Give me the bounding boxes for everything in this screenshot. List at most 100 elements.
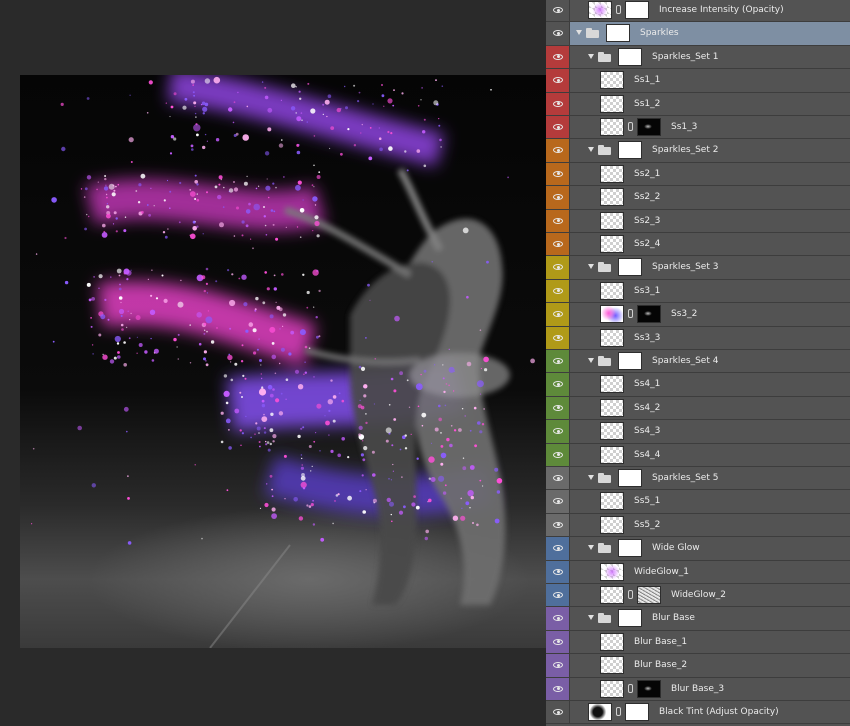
- layer-row[interactable]: Ss4_3: [546, 420, 850, 444]
- eye-icon[interactable]: [553, 545, 563, 552]
- layer-row[interactable]: Black Tint (Adjust Opacity): [546, 701, 850, 725]
- layer-visibility-toggle[interactable]: [546, 303, 570, 326]
- chain-link-icon[interactable]: [628, 122, 633, 131]
- eye-icon[interactable]: [553, 475, 563, 481]
- eye-icon[interactable]: [553, 241, 563, 247]
- layer-row[interactable]: Increase Intensity (Opacity): [546, 0, 850, 23]
- layer-mask-thumbnail[interactable]: [618, 352, 642, 370]
- eye-icon[interactable]: [553, 498, 563, 505]
- layer-visibility-toggle[interactable]: [546, 22, 570, 45]
- eye-icon[interactable]: [553, 100, 563, 107]
- layer-row[interactable]: Sparkles: [546, 22, 850, 46]
- layer-mask-thumbnail[interactable]: [618, 609, 642, 628]
- chevron-down-icon[interactable]: [588, 53, 594, 59]
- layer-row[interactable]: Sparkles_Set 3: [546, 256, 850, 280]
- layer-visibility-toggle[interactable]: [546, 233, 570, 256]
- chain-link-icon[interactable]: [628, 590, 633, 599]
- layer-visibility-toggle[interactable]: [546, 350, 570, 373]
- layer-row[interactable]: WideGlow_2: [546, 584, 850, 608]
- layer-row[interactable]: Ss2_3: [546, 209, 850, 233]
- eye-icon[interactable]: [553, 264, 563, 271]
- layer-mask-thumbnail[interactable]: [618, 141, 642, 160]
- eye-icon[interactable]: [553, 194, 563, 201]
- layer-row[interactable]: Blur Base_3: [546, 677, 850, 701]
- chevron-down-icon[interactable]: [588, 615, 594, 621]
- layer-row[interactable]: Ss4_1: [546, 373, 850, 397]
- eye-icon[interactable]: [553, 685, 563, 692]
- chevron-down-icon[interactable]: [588, 545, 594, 551]
- eye-icon[interactable]: [553, 404, 563, 411]
- layer-visibility-toggle[interactable]: [546, 45, 570, 69]
- layer-row[interactable]: Sparkles_Set 4: [546, 350, 850, 374]
- layer-mask-thumbnail[interactable]: [637, 586, 661, 604]
- layer-row[interactable]: Ss3_3: [546, 326, 850, 350]
- layer-row[interactable]: Ss2_1: [546, 162, 850, 187]
- layer-visibility-toggle[interactable]: [546, 630, 570, 654]
- layer-visibility-toggle[interactable]: [546, 443, 570, 466]
- eye-icon[interactable]: [553, 428, 563, 435]
- layer-visibility-toggle[interactable]: [546, 420, 570, 443]
- eye-icon[interactable]: [553, 311, 563, 318]
- layer-visibility-toggle[interactable]: [546, 537, 570, 560]
- eye-icon[interactable]: [553, 638, 563, 645]
- layers-panel[interactable]: Increase Intensity (Opacity) Sparkles Spar…: [546, 0, 850, 726]
- layer-row[interactable]: Ss3_2: [546, 303, 850, 327]
- layer-row[interactable]: Ss5_2: [546, 513, 850, 538]
- layer-visibility-toggle[interactable]: [546, 654, 570, 677]
- layer-visibility-toggle[interactable]: [546, 139, 570, 162]
- layer-row[interactable]: WideGlow_1: [546, 560, 850, 584]
- eye-icon[interactable]: [553, 521, 563, 528]
- layer-visibility-toggle[interactable]: [546, 116, 570, 139]
- eye-icon[interactable]: [553, 77, 563, 84]
- eye-icon[interactable]: [553, 53, 563, 60]
- layer-row[interactable]: Ss2_2: [546, 186, 850, 210]
- layer-row[interactable]: Sparkles_Set 2: [546, 139, 850, 163]
- layer-visibility-toggle[interactable]: [546, 279, 570, 303]
- eye-icon[interactable]: [553, 147, 563, 154]
- layer-row[interactable]: Blur Base: [546, 607, 850, 631]
- layer-mask-thumbnail[interactable]: [618, 539, 642, 558]
- layer-visibility-toggle[interactable]: [546, 560, 570, 583]
- layer-mask-thumbnail[interactable]: [618, 258, 642, 277]
- layer-row[interactable]: Wide Glow: [546, 537, 850, 561]
- layer-visibility-toggle[interactable]: [546, 186, 570, 209]
- chain-link-icon[interactable]: [616, 5, 621, 14]
- layer-visibility-toggle[interactable]: [546, 162, 570, 186]
- chain-link-icon[interactable]: [628, 683, 633, 693]
- chevron-down-icon[interactable]: [588, 358, 594, 363]
- layer-visibility-toggle[interactable]: [546, 256, 570, 279]
- chain-link-icon[interactable]: [628, 309, 633, 319]
- eye-icon[interactable]: [553, 287, 563, 294]
- chevron-down-icon[interactable]: [576, 30, 582, 36]
- layer-row[interactable]: Ss1_3: [546, 116, 850, 140]
- layer-visibility-toggle[interactable]: [546, 701, 570, 724]
- layer-mask-thumbnail[interactable]: [637, 305, 661, 324]
- layer-row[interactable]: Ss2_4: [546, 233, 850, 257]
- eye-icon[interactable]: [553, 170, 563, 177]
- layer-visibility-toggle[interactable]: [546, 396, 570, 420]
- layer-visibility-toggle[interactable]: [546, 69, 570, 92]
- layer-visibility-toggle[interactable]: [546, 513, 570, 537]
- layer-visibility-toggle[interactable]: [546, 584, 570, 607]
- eye-icon[interactable]: [553, 709, 563, 715]
- layer-mask-thumbnail[interactable]: [625, 703, 649, 721]
- eye-icon[interactable]: [553, 217, 563, 224]
- layer-visibility-toggle[interactable]: [546, 677, 570, 700]
- eye-icon[interactable]: [553, 615, 563, 622]
- eye-icon[interactable]: [553, 30, 563, 37]
- chevron-down-icon[interactable]: [588, 475, 594, 480]
- layer-mask-thumbnail[interactable]: [637, 118, 661, 136]
- eye-icon[interactable]: [553, 568, 563, 575]
- layer-row[interactable]: Blur Base_1: [546, 630, 850, 655]
- layer-row[interactable]: Ss1_2: [546, 92, 850, 116]
- layer-mask-thumbnail[interactable]: [618, 47, 642, 66]
- layer-visibility-toggle[interactable]: [546, 373, 570, 396]
- layer-mask-thumbnail[interactable]: [606, 24, 630, 43]
- eye-icon[interactable]: [553, 334, 563, 341]
- chain-link-icon[interactable]: [616, 707, 621, 716]
- layer-row[interactable]: Blur Base_2: [546, 654, 850, 678]
- layer-row[interactable]: Sparkles_Set 1: [546, 45, 850, 70]
- layer-visibility-toggle[interactable]: [546, 326, 570, 349]
- layer-visibility-toggle[interactable]: [546, 607, 570, 630]
- layer-mask-thumbnail[interactable]: [625, 1, 649, 19]
